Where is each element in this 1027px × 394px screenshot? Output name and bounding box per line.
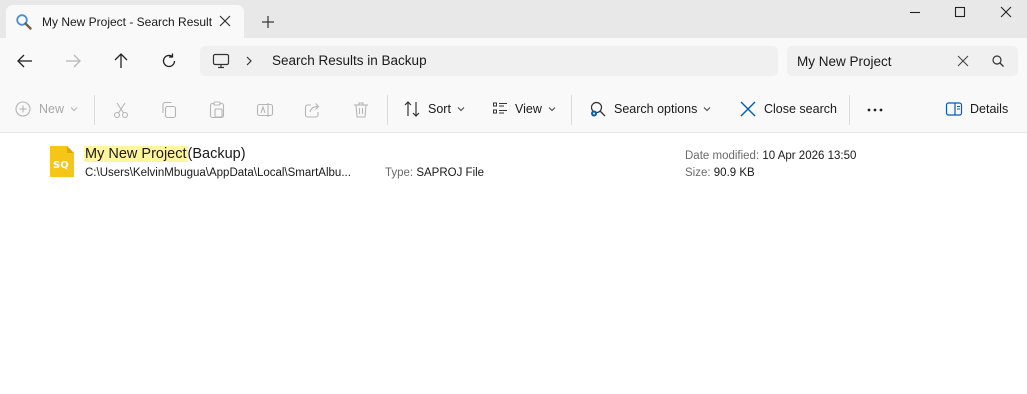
new-label: New bbox=[39, 102, 65, 116]
view-label: View bbox=[515, 102, 542, 116]
search-match-highlight: My New Project bbox=[84, 146, 188, 162]
divider bbox=[94, 95, 95, 125]
type-key: Type: bbox=[385, 167, 414, 179]
size-value: 90.9 KB bbox=[713, 167, 755, 179]
file-path: C:\Users\KelvinMbugua\AppData\Local\Smar… bbox=[85, 167, 351, 179]
paste-icon[interactable] bbox=[207, 100, 227, 120]
results-pane: SQ My New Project(Backup) C:\Users\Kelvi… bbox=[0, 134, 1027, 394]
date-modified: Date modified: 10 Apr 2026 13:50 bbox=[685, 150, 856, 162]
minimize-icon[interactable] bbox=[904, 4, 926, 22]
close-window-icon[interactable] bbox=[995, 4, 1017, 22]
close-search-label: Close search bbox=[764, 102, 837, 116]
cut-icon[interactable] bbox=[111, 100, 131, 120]
copy-icon[interactable] bbox=[159, 100, 179, 120]
view-list-icon bbox=[493, 102, 507, 114]
search-options-icon bbox=[590, 101, 606, 117]
share-icon[interactable] bbox=[303, 100, 323, 120]
sort-icon bbox=[404, 101, 420, 117]
breadcrumb-location[interactable]: Search Results in Backup bbox=[272, 53, 427, 68]
size-key: Size: bbox=[685, 167, 711, 179]
delete-icon[interactable] bbox=[351, 100, 371, 120]
forward-icon[interactable] bbox=[62, 51, 84, 71]
refresh-icon[interactable] bbox=[158, 51, 180, 71]
date-modified-key: Date modified: bbox=[685, 150, 760, 162]
close-search-button[interactable]: Close search bbox=[739, 98, 837, 120]
divider bbox=[571, 95, 572, 125]
file-size: Size: 90.9 KB bbox=[685, 167, 755, 179]
search-options-button[interactable]: Search options bbox=[589, 98, 711, 120]
sort-button[interactable]: Sort bbox=[403, 98, 465, 120]
navigation-bar: Search Results in Backup bbox=[0, 38, 1027, 85]
this-pc-icon[interactable] bbox=[212, 53, 230, 69]
close-tab-icon[interactable] bbox=[216, 12, 234, 30]
date-modified-value: 10 Apr 2026 13:50 bbox=[762, 150, 857, 162]
divider bbox=[387, 95, 388, 125]
add-icon bbox=[15, 101, 31, 117]
up-icon[interactable] bbox=[110, 51, 132, 71]
tab-title: My New Project - Search Results in Backu… bbox=[42, 15, 212, 29]
details-pane-icon bbox=[945, 102, 963, 116]
details-label: Details bbox=[970, 102, 1009, 116]
rename-icon[interactable] bbox=[255, 100, 275, 120]
saproj-file-icon: SQ bbox=[50, 146, 74, 177]
file-icon-text: SQ bbox=[53, 160, 69, 171]
file-name-rest: (Backup) bbox=[187, 146, 246, 162]
chevron-down-icon bbox=[548, 107, 556, 112]
tab-search-results[interactable]: My New Project - Search Results in Backu… bbox=[6, 5, 244, 38]
file-type: Type: SAPROJ File bbox=[385, 167, 484, 179]
close-search-icon bbox=[740, 101, 756, 117]
divider bbox=[849, 95, 850, 125]
new-tab-icon[interactable] bbox=[258, 12, 278, 32]
search-input[interactable] bbox=[797, 52, 947, 70]
file-name[interactable]: My New Project(Backup) bbox=[84, 146, 246, 162]
search-icon bbox=[16, 14, 32, 30]
type-value: SAPROJ File bbox=[416, 167, 485, 179]
search-icon[interactable] bbox=[991, 54, 1005, 68]
chevron-down-icon bbox=[704, 107, 711, 112]
chevron-down-icon bbox=[70, 107, 78, 112]
details-pane-button[interactable]: Details bbox=[945, 98, 1008, 120]
sort-label: Sort bbox=[428, 102, 451, 116]
search-box[interactable] bbox=[787, 46, 1018, 76]
new-button[interactable]: New bbox=[14, 98, 78, 120]
back-icon[interactable] bbox=[14, 51, 36, 71]
chevron-down-icon bbox=[457, 107, 465, 112]
clear-search-icon[interactable] bbox=[956, 54, 970, 68]
command-bar: New Sort View Search options Close searc… bbox=[0, 85, 1027, 133]
address-bar[interactable]: Search Results in Backup bbox=[200, 46, 778, 76]
title-bar: My New Project - Search Results in Backu… bbox=[0, 0, 1027, 38]
more-options-icon[interactable] bbox=[865, 100, 885, 120]
view-button[interactable]: View bbox=[492, 98, 556, 120]
search-options-label: Search options bbox=[614, 102, 698, 116]
maximize-icon[interactable] bbox=[949, 4, 971, 22]
chevron-right-icon[interactable] bbox=[244, 54, 254, 68]
